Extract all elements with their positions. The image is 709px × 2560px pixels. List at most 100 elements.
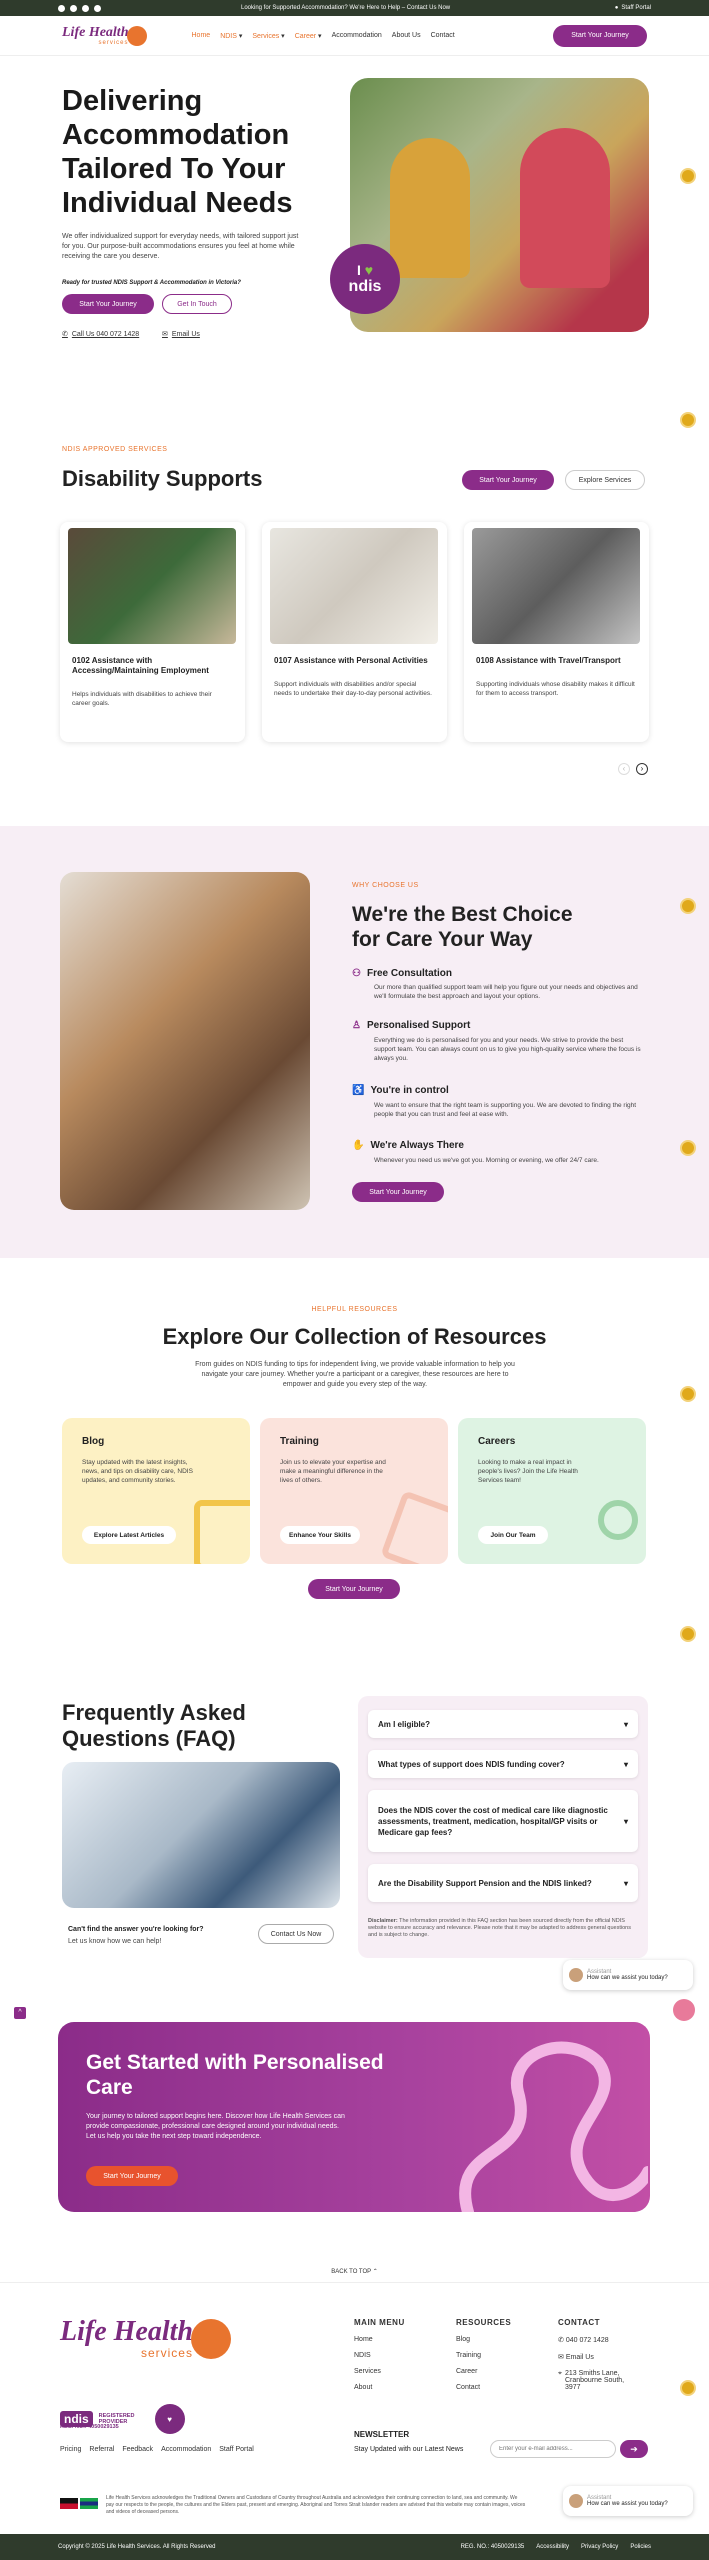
back-to-top-link[interactable]: BACK TO TOP ⌃ xyxy=(0,2268,709,2275)
privacy-policy-link[interactable]: Privacy Policy xyxy=(581,2544,618,2550)
faq-question[interactable]: Does the NDIS cover the cost of medical … xyxy=(368,1790,638,1852)
tiktok-icon[interactable] xyxy=(82,4,89,12)
supports-start-button[interactable]: Start Your Journey xyxy=(462,470,554,490)
carousel-prev-button[interactable]: ‹ xyxy=(618,763,630,775)
why-start-button[interactable]: Start Your Journey xyxy=(352,1182,444,1202)
resource-card-blog[interactable]: Blog Stay updated with the latest insigh… xyxy=(62,1418,250,1564)
policies-link[interactable]: Policies xyxy=(630,2544,651,2550)
accessibility-badge-icon[interactable] xyxy=(680,168,696,184)
accessibility-link[interactable]: Accessibility xyxy=(536,2544,569,2550)
footer-link-staff-portal[interactable]: Staff Portal xyxy=(219,2446,254,2453)
phone-icon: ✆ xyxy=(62,331,68,338)
footer-email-link[interactable]: ✉ Email Us xyxy=(558,2353,628,2361)
footer-menu-home[interactable]: Home xyxy=(354,2336,405,2343)
support-card-image xyxy=(68,528,236,644)
footer-reg-no: REG. NO.: 4050029135 xyxy=(60,2424,119,2430)
footer-resource-career[interactable]: Career xyxy=(456,2368,511,2375)
footer-logo[interactable]: Life Health services xyxy=(0,2318,231,2360)
support-card[interactable]: 0108 Assistance with Travel/Transport Su… xyxy=(464,522,649,742)
faq-question[interactable]: Are the Disability Support Pension and t… xyxy=(368,1864,638,1902)
nav-item-accommodation[interactable]: Accommodation xyxy=(332,32,382,40)
footer-resource-contact[interactable]: Contact xyxy=(456,2384,511,2391)
footer-link-feedback[interactable]: Feedback xyxy=(122,2446,153,2453)
accessibility-badge-icon[interactable] xyxy=(680,1140,696,1156)
accessibility-badge-icon[interactable] xyxy=(680,1626,696,1642)
resource-card-careers[interactable]: Careers Looking to make a real impact in… xyxy=(458,1418,646,1564)
footer-link-referral[interactable]: Referral xyxy=(89,2446,114,2453)
hero-email-link[interactable]: ✉ Email Us xyxy=(162,330,200,339)
carousel-next-button[interactable]: › xyxy=(636,763,648,775)
footer-menu-about[interactable]: About xyxy=(354,2384,405,2391)
acknowledgement-text: Life Health Services acknowledges the Tr… xyxy=(106,2495,526,2515)
footer-link-accommodation[interactable]: Accommodation xyxy=(161,2446,211,2453)
accessibility-badge-icon[interactable] xyxy=(680,412,696,428)
chat-popup[interactable]: Assistant How can we assist you today? xyxy=(563,1960,693,1990)
resource-card-desc: Looking to make a real impact in people'… xyxy=(478,1459,578,1484)
hero-start-button[interactable]: Start Your Journey xyxy=(62,294,154,314)
footer-phone-link[interactable]: ✆ 040 072 1428 xyxy=(558,2336,628,2344)
footer-menu-ndis[interactable]: NDIS xyxy=(354,2352,405,2359)
linkedin-icon[interactable] xyxy=(94,4,101,12)
hands-icon: ✋ xyxy=(352,1140,365,1151)
nav-item-contact[interactable]: Contact xyxy=(431,32,455,40)
document-icon xyxy=(194,1500,250,1564)
accessibility-badge-icon[interactable] xyxy=(680,1386,696,1402)
nav-item-services[interactable]: Services ▾ xyxy=(252,32,284,40)
enhance-skills-button[interactable]: Enhance Your Skills xyxy=(280,1526,360,1544)
faq-question-text: Are the Disability Support Pension and t… xyxy=(378,1878,592,1888)
join-team-button[interactable]: Join Our Team xyxy=(478,1526,548,1544)
footer-address[interactable]: ⌖ 213 Smiths Lane, Cranbourne South, 3977 xyxy=(558,2370,628,2391)
assistant-avatar xyxy=(569,1968,583,1982)
hero-phone-link[interactable]: ✆ Call Us 040 072 1428 xyxy=(62,330,139,339)
footer-resource-training[interactable]: Training xyxy=(456,2352,511,2359)
chat-open-icon[interactable] xyxy=(673,1999,695,2021)
caret-down-icon: ▾ xyxy=(623,1759,628,1769)
hero-get-in-touch-button[interactable]: Get In Touch xyxy=(162,294,232,314)
support-card[interactable]: 0102 Assistance with Accessing/Maintaini… xyxy=(60,522,245,742)
faq-question[interactable]: Am I eligible? ▾ xyxy=(368,1710,638,1738)
facebook-icon[interactable] xyxy=(58,4,65,12)
newsletter-email-input[interactable] xyxy=(490,2440,616,2458)
supports-eyebrow: NDIS APPROVED SERVICES xyxy=(62,446,168,453)
faq-question-text: What types of support does NDIS funding … xyxy=(378,1759,565,1769)
nav-item-ndis[interactable]: NDIS ▾ xyxy=(220,32,242,40)
newsletter-submit-button[interactable]: ➔ xyxy=(620,2440,648,2458)
explore-articles-button[interactable]: Explore Latest Articles xyxy=(82,1526,176,1544)
faq-contact-button[interactable]: Contact Us Now xyxy=(258,1924,334,1944)
feature-desc: Everything we do is personalised for you… xyxy=(374,1037,641,1062)
scroll-up-icon[interactable]: ^ xyxy=(14,2007,26,2019)
explore-services-button[interactable]: Explore Services xyxy=(565,470,645,490)
chat-popup[interactable]: Assistant How can we assist you today? xyxy=(563,2486,693,2516)
footer-resource-blog[interactable]: Blog xyxy=(456,2336,511,2343)
instagram-icon[interactable] xyxy=(70,4,77,12)
faq-question[interactable]: What types of support does NDIS funding … xyxy=(368,1750,638,1778)
social-links xyxy=(58,4,101,12)
graduation-cap-icon xyxy=(380,1490,448,1564)
nav-cta-button[interactable]: Start Your Journey xyxy=(553,24,647,47)
nav-item-services-label: Services xyxy=(252,32,280,40)
resource-card-training[interactable]: Training Join us to elevate your experti… xyxy=(260,1418,448,1564)
i-heart-ndis-badge: ♥ xyxy=(154,2404,185,2434)
feature-title: Personalised Support xyxy=(366,1020,471,1031)
footer-link-pricing[interactable]: Pricing xyxy=(60,2446,81,2453)
accessibility-badge-icon[interactable] xyxy=(680,2380,696,2396)
accessibility-badge-icon[interactable] xyxy=(680,898,696,914)
nav-item-home[interactable]: Home xyxy=(192,32,211,40)
cta-start-button[interactable]: Start Your Journey xyxy=(86,2166,178,2186)
resources-start-button[interactable]: Start Your Journey xyxy=(308,1579,400,1599)
nav-item-about[interactable]: About Us xyxy=(392,32,421,40)
site-logo[interactable]: Life Health services xyxy=(62,25,147,46)
contact-title: CONTACT xyxy=(558,2318,601,2327)
person-icon xyxy=(598,1500,638,1540)
support-card[interactable]: 0107 Assistance with Personal Activities… xyxy=(262,522,447,742)
announcement-text[interactable]: Looking for Supported Accommodation? We'… xyxy=(241,5,450,11)
nav-item-career[interactable]: Career ▾ xyxy=(295,32,322,40)
feature-heading: ♙ Personalised Support xyxy=(352,1020,470,1031)
feature-heading: ⚇ Free Consultation xyxy=(352,968,452,979)
footer-logo-mark xyxy=(190,2319,231,2359)
footer-logo-subtext: services xyxy=(140,2346,193,2360)
logo-subtext: services xyxy=(98,39,129,46)
footer-menu-services[interactable]: Services xyxy=(354,2368,405,2375)
cta-decoration xyxy=(459,2041,648,2212)
staff-portal-link[interactable]: ● Staff Portal xyxy=(615,5,651,11)
